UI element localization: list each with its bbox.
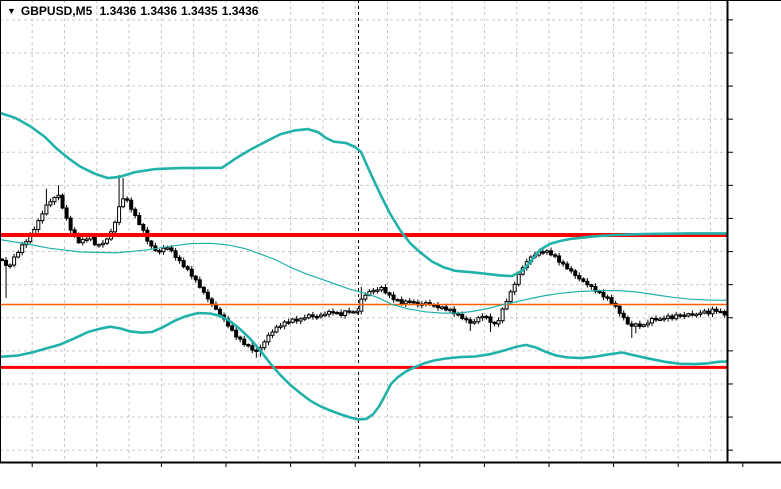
ohlc-high: 1.3436 bbox=[140, 4, 178, 18]
mt4-chart-window: ▼GBPUSD,M5 1.34361.34361.34351.3436 1.35… bbox=[0, 0, 781, 489]
ohlc-low: 1.3435 bbox=[181, 4, 218, 18]
candlestick-series bbox=[0, 175, 727, 358]
ohlc-open: 1.3436 bbox=[99, 4, 137, 18]
level-lines bbox=[0, 233, 727, 369]
bollinger-middle-band bbox=[0, 239, 727, 314]
chart-ohlc-header: ▼ GBPUSD,M5 1.3436 1.3436 1.3435 1.3436 bbox=[7, 4, 262, 18]
plot-region[interactable] bbox=[0, 0, 727, 462]
symbol-label: GBPUSD,M5 bbox=[20, 4, 93, 18]
price-axis[interactable]: 1.35251.35151.35051.34951.34851.34751.34… bbox=[727, 0, 781, 462]
symbol-marker-icon: ▼ bbox=[7, 6, 16, 16]
time-axis[interactable]: 20 Jan 202620 Jan 17:5520 Jan 19:1520 Ja… bbox=[0, 462, 781, 489]
ohlc-close: 1.3436 bbox=[221, 4, 259, 18]
grid-lines bbox=[0, 0, 727, 462]
chart-plot-area[interactable] bbox=[0, 0, 781, 489]
